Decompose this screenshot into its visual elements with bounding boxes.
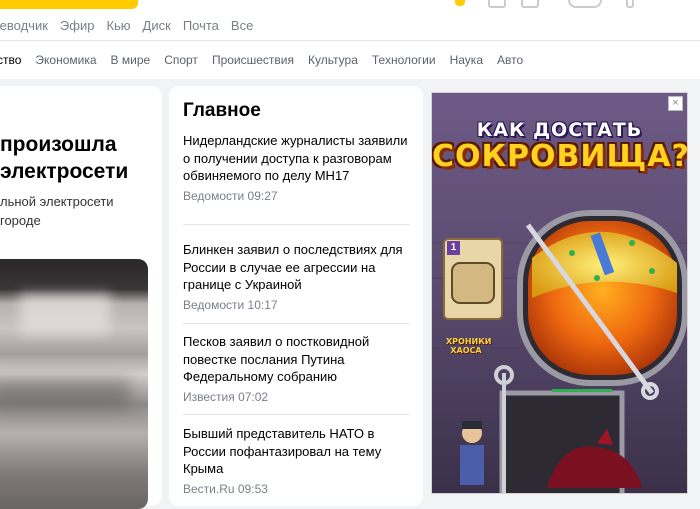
divider — [183, 224, 410, 225]
tab-economy[interactable]: Экономика — [35, 53, 96, 67]
topnav-item-mail[interactable]: Почта — [183, 18, 219, 33]
ad-title-line2: СОКРОВИЩА? — [432, 139, 688, 174]
news-source: Вести.Ru 09:53 — [183, 481, 268, 496]
tab-society[interactable]: ство — [0, 53, 21, 67]
news-headline[interactable]: Нидерландские журналисты заявили о получ… — [183, 132, 413, 185]
news-source: Ведомости 09:27 — [183, 188, 278, 203]
ad-title-line1: КАК ДОСТАТЬ — [476, 119, 643, 141]
news-source: Ведомости 10:17 — [183, 297, 278, 312]
top-story-card[interactable]: произошла электросети льной электросети … — [0, 86, 162, 509]
topnav-item-efir[interactable]: Эфир — [60, 18, 95, 33]
game-logo: ХРОНИКИ ХАОСА — [446, 337, 492, 355]
news-headline[interactable]: Песков заявил о постковидной повестке по… — [183, 333, 413, 386]
menu-icon[interactable] — [626, 0, 634, 8]
brand-bar — [0, 0, 138, 9]
main-news-title[interactable]: Главное — [183, 100, 261, 122]
news-headline[interactable]: Блинкен заявил о последствиях для России… — [183, 241, 413, 294]
news-item[interactable]: Нидерландские журналисты заявили о получ… — [183, 132, 413, 203]
tab-culture[interactable]: Культура — [308, 53, 358, 67]
news-source: Известия 07:02 — [183, 389, 269, 404]
top-story-headline[interactable]: произошла электросети — [0, 131, 170, 185]
main-news-card: Главное Нидерландские журналисты заявили… — [169, 86, 423, 506]
game-advertisement[interactable]: × КАК ДОСТАТЬ СОКРОВИЩА? 1 ХРОНИКИ ХАОСА — [431, 92, 688, 494]
top-navigation: Путеводчик Эфир Кью Диск Почта Все — [0, 0, 700, 40]
news-headline[interactable]: Бывший представитель НАТО в России пофан… — [183, 425, 413, 478]
avatar[interactable] — [568, 0, 602, 8]
topnav-item-all[interactable]: Все — [231, 18, 253, 33]
tab-technology[interactable]: Технологии — [372, 53, 436, 67]
tab-incidents[interactable]: Происшествия — [212, 53, 294, 67]
topnav-item-disk[interactable]: Диск — [143, 18, 171, 33]
divider — [183, 414, 410, 415]
category-navigation: ство Экономика В мире Спорт Происшествия… — [0, 40, 700, 79]
bell-icon[interactable] — [521, 0, 539, 8]
tab-sport[interactable]: Спорт — [164, 53, 198, 67]
news-item[interactable]: Блинкен заявил о последствиях для России… — [183, 241, 413, 312]
tab-science[interactable]: Наука — [450, 53, 483, 67]
notification-icon[interactable] — [455, 0, 465, 6]
card-number-badge: 1 — [447, 241, 460, 255]
close-icon[interactable]: × — [668, 96, 683, 111]
news-item[interactable]: Песков заявил о постковидной повестке по… — [183, 333, 413, 404]
news-item[interactable]: Бывший представитель НАТО в России пофан… — [183, 425, 413, 496]
topnav-item-q[interactable]: Кью — [106, 18, 130, 33]
top-story-photo[interactable] — [0, 259, 148, 509]
tab-auto[interactable]: Авто — [497, 53, 523, 67]
topnav-item-guide[interactable]: Путеводчик — [0, 18, 48, 33]
top-story-summary: льной электросети городе — [0, 194, 114, 228]
divider — [183, 323, 410, 324]
bookmark-icon[interactable] — [488, 0, 506, 8]
tab-world[interactable]: В мире — [111, 53, 151, 67]
